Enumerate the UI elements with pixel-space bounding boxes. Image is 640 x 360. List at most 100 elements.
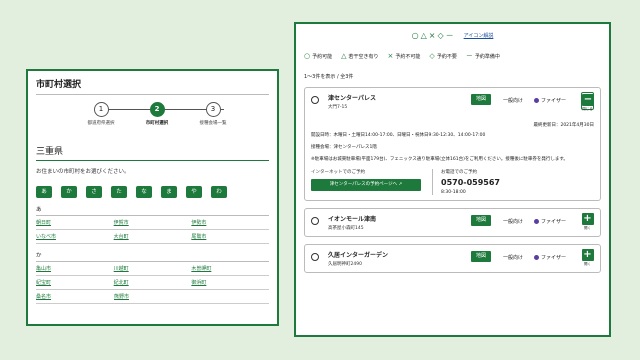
collapse-button[interactable]: − 閉じる <box>581 92 594 111</box>
legend-few: △ 若干空き有り <box>341 52 378 60</box>
target-label: 一般向け <box>503 219 524 226</box>
legend-label: 予約準備中 <box>474 53 500 60</box>
legend-label: 若干空き有り <box>348 53 379 60</box>
vaccine-dot-icon <box>534 219 539 225</box>
vaccine-label: ファイザー <box>534 218 566 225</box>
town-row: 紀宝町 紀北町 御浜町 <box>36 276 269 290</box>
venue-address: 久居明神町2490 <box>328 262 362 268</box>
status-icons: ○△×◇－ <box>411 30 456 40</box>
town-row: いなべ市 大台町 尾鷲市 <box>36 230 269 244</box>
town-link[interactable]: 紀北町 <box>114 279 192 286</box>
status-circle-icon <box>311 96 319 104</box>
legend-label: 予約不要 <box>436 53 457 60</box>
kana-button-ma[interactable]: ま <box>161 186 177 198</box>
town-row: 朝日町 伊賀市 伊勢市 <box>36 216 269 230</box>
kana-button-ka[interactable]: か <box>61 186 77 198</box>
town-link[interactable]: 川越町 <box>114 265 192 272</box>
kana-button-a[interactable]: あ <box>36 186 52 198</box>
town-link[interactable]: 尾鷲市 <box>191 233 269 240</box>
plus-icon: + <box>581 213 594 226</box>
legend-available: ○ 予約可能 <box>304 52 332 60</box>
icon-legend-header: ○△×◇－ アイコン解説 <box>304 28 601 42</box>
town-link[interactable]: 紀宝町 <box>36 279 114 286</box>
online-reservation: インターネットでのご予約 津センターパレスの予約ページへ ↗ <box>311 169 431 195</box>
kana-button-wa[interactable]: わ <box>211 186 227 198</box>
phone-number[interactable]: 0570-059567 <box>441 178 500 187</box>
map-button[interactable]: 地図 <box>471 251 491 263</box>
venue-card: イオンモール津南 高茶屋小森町145 地図 一般向け ファイザー + 開く <box>304 208 601 238</box>
legend-label: 予約不可能 <box>395 53 421 60</box>
venue-location: 接種会場：津センターパレス1階 <box>311 144 377 150</box>
map-button[interactable]: 地図 <box>471 94 491 105</box>
status-circle-icon <box>311 253 319 262</box>
municipality-panel: 市町村選択 1 都道府県選択 2 市町村選択 3 接種会場一覧 三重県 お住まい… <box>26 69 279 326</box>
plus-icon: + <box>581 249 594 262</box>
vaccine-dot-icon <box>534 255 539 261</box>
online-label: インターネットでのご予約 <box>311 170 365 176</box>
town-link[interactable]: 朝日町 <box>36 219 114 226</box>
town-row: 桑名市 熊野市 <box>36 290 269 304</box>
vaccine-name: ファイザー <box>541 98 567 104</box>
town-link[interactable]: 伊勢市 <box>191 219 269 226</box>
kana-button-sa[interactable]: さ <box>86 186 102 198</box>
circle-icon: ○ <box>304 52 311 60</box>
town-link[interactable]: 大台町 <box>114 233 192 240</box>
town-link[interactable]: 御浜町 <box>191 279 269 286</box>
dash-icon: － <box>465 52 473 60</box>
vaccine-name: ファイザー <box>541 255 567 262</box>
panel-title: 市町村選択 <box>36 77 269 95</box>
legend-not-required: ◇ 予約不要 <box>429 52 456 60</box>
venue-address: 大門7-15 <box>328 105 348 110</box>
prefecture-heading: 三重県 <box>36 144 269 161</box>
parking-note: ※駐車場はお城東駐車場(平面179台)、フェニックス通り駐車場(立体161台)を… <box>311 156 568 162</box>
kana-button-na[interactable]: な <box>136 186 152 198</box>
expand-button[interactable]: + 開く <box>581 213 594 231</box>
vaccine-name: ファイザー <box>541 219 567 226</box>
town-link[interactable]: いなべ市 <box>36 233 114 240</box>
legend-unavailable: × 予約不可能 <box>388 52 421 60</box>
kana-button-ya[interactable]: や <box>186 186 202 198</box>
map-button[interactable]: 地図 <box>471 215 491 227</box>
expand-button[interactable]: + 開く <box>581 249 594 267</box>
phone-hours: 8:30-18:00 <box>441 190 466 196</box>
target-label: 一般向け <box>503 255 524 262</box>
venue-list-panel: ○△×◇－ アイコン解説 ○ 予約可能 △ 若干空き有り × 予約不可能 ◇ 予約不要 … <box>294 22 611 337</box>
status-circle-icon <box>311 217 319 226</box>
cross-icon: × <box>387 52 394 60</box>
group-heading-ka: か <box>36 251 269 262</box>
select-prompt: お住まいの市町村をお選びください。 <box>36 169 130 175</box>
diamond-icon: ◇ <box>429 52 435 60</box>
target-label: 一般向け <box>503 98 524 104</box>
phone-label: お電話でのご予約 <box>441 170 477 176</box>
status-legend: ○ 予約可能 △ 若干空き有り × 予約不可能 ◇ 予約不要 －予約準備中 <box>304 51 601 61</box>
kana-button-ta[interactable]: た <box>111 186 127 198</box>
legend-label: 予約可能 <box>312 53 333 60</box>
town-link[interactable]: 木曽岬町 <box>191 265 269 272</box>
stepper: 1 都道府県選択 2 市町村選択 3 接種会場一覧 <box>36 102 269 138</box>
toggle-label: 開く <box>584 226 591 231</box>
group-heading-a: あ <box>36 205 269 216</box>
town-link[interactable]: 熊野市 <box>114 293 192 300</box>
reservation-page-button[interactable]: 津センターパレスの予約ページへ ↗ <box>311 179 421 192</box>
phone-reservation: お電話でのご予約 0570-059567 8:30-18:00 <box>432 169 500 196</box>
step-circle: 1 <box>93 102 109 117</box>
result-count: 1～3件を表示 / 全3件 <box>304 74 354 80</box>
vaccine-dot-icon <box>534 98 539 103</box>
town-link[interactable]: 亀山市 <box>36 265 114 272</box>
venue-address: 高茶屋小森町145 <box>328 226 364 232</box>
step-circle: 3 <box>205 102 221 117</box>
town-link[interactable]: 伊賀市 <box>114 219 192 226</box>
toggle-label: 閉じる <box>582 107 593 111</box>
legend-preparing: －予約準備中 <box>466 51 500 61</box>
icon-help-link[interactable]: アイコン解説 <box>464 32 494 39</box>
venue-card: 久居インターガーデン 久居明神町2490 地図 一般向け ファイザー + 開く <box>304 244 601 274</box>
vaccine-label: ファイザー <box>534 97 566 104</box>
step-circle: 2 <box>149 102 165 117</box>
toggle-label: 開く <box>584 262 591 267</box>
minus-icon: − <box>582 94 594 106</box>
last-updated: 最終更新日：2021年4月30日 <box>533 123 594 128</box>
town-link[interactable]: 桑名市 <box>36 293 114 300</box>
opening-hours: 開設日時：木曜日・土曜日14:00-17:00、日曜日・祝休日9:30-12:3… <box>311 133 486 138</box>
step-3: 3 接種会場一覧 <box>178 102 248 126</box>
kana-filter: あ か さ た な ま や わ <box>36 186 269 198</box>
